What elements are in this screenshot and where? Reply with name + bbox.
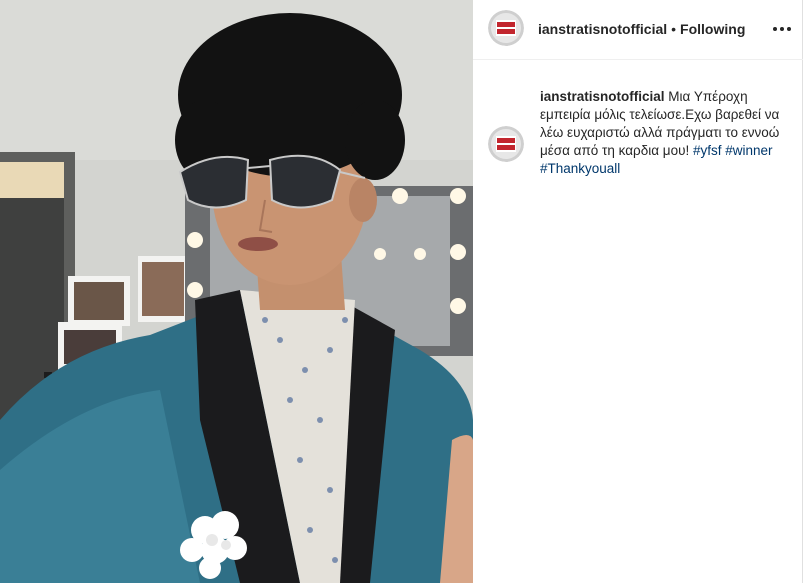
more-dot: [780, 27, 784, 31]
avatar-image: [488, 126, 524, 162]
post-image: [0, 0, 473, 583]
profile-avatar[interactable]: [488, 10, 524, 46]
hashtag-link[interactable]: #winner: [725, 143, 772, 158]
post-header-text: ianstratisnotofficial • Following: [538, 20, 745, 38]
separator-dot: •: [671, 21, 677, 37]
avatar-image: [488, 10, 524, 46]
header-username[interactable]: ianstratisnotofficial: [538, 21, 667, 37]
hashtag-link[interactable]: #yfsf: [693, 143, 722, 158]
more-dot: [787, 27, 791, 31]
caption-avatar[interactable]: [488, 126, 524, 162]
hashtag-link[interactable]: #Thankyouall: [540, 161, 620, 176]
more-dot: [773, 27, 777, 31]
post-photo[interactable]: [0, 0, 473, 583]
caption-text: ianstratisnotofficial Μια Υπέροχη εμπειρ…: [540, 88, 780, 178]
post-side-panel: ianstratisnotofficial • Following ianstrat…: [473, 0, 803, 583]
caption-username[interactable]: ianstratisnotofficial: [540, 89, 665, 104]
following-button[interactable]: Following: [680, 21, 745, 37]
more-horizontal-icon[interactable]: [773, 22, 791, 36]
post-header: ianstratisnotofficial • Following: [473, 0, 803, 60]
